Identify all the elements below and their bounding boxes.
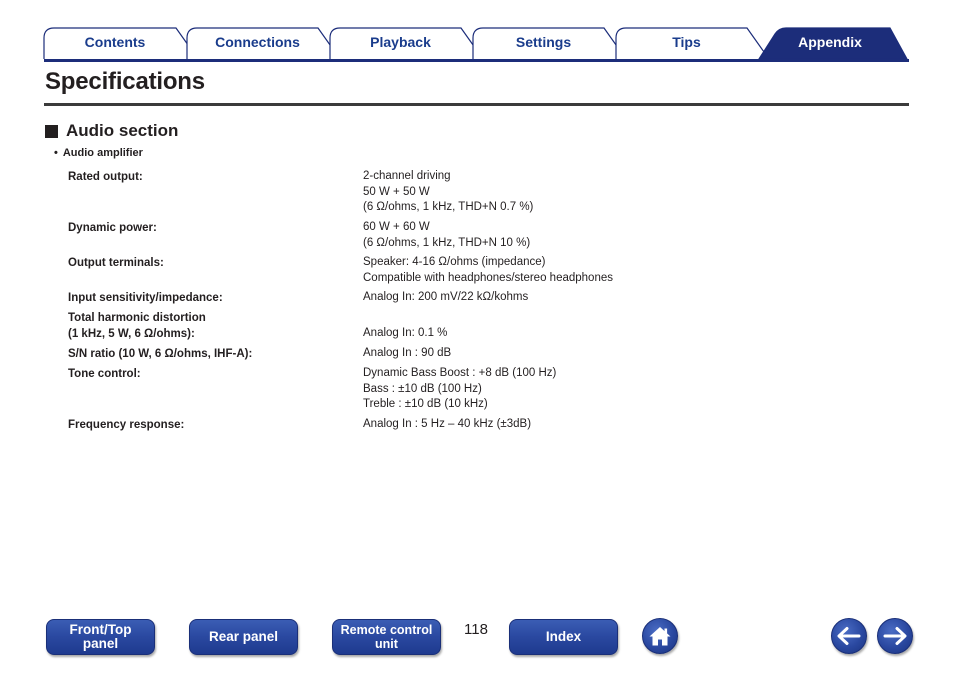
button-label-line: unit: [375, 637, 398, 651]
spec-label-line: Total harmonic distortion: [68, 312, 206, 324]
button-label-line: panel: [82, 636, 119, 651]
spec-value-line: (6 Ω/ohms, 1 kHz, THD+N 10 %): [363, 236, 531, 249]
spec-value-tone-control: Dynamic Bass Boost : +8 dB (100 Hz) Bass…: [363, 366, 556, 413]
tab-playback[interactable]: Playback: [340, 33, 461, 51]
tab-contents[interactable]: Contents: [54, 33, 176, 51]
spec-value-output-terminals: Speaker: 4-16 Ω/ohms (impedance) Compati…: [363, 255, 613, 286]
spec-value-rated-output: 2-channel driving 50 W + 50 W (6 Ω/ohms,…: [363, 169, 533, 216]
home-icon: [649, 627, 671, 646]
spec-value-line: Analog In: 0.1 %: [363, 327, 448, 339]
spec-value-line: Treble : ±10 dB (10 kHz): [363, 398, 488, 410]
forward-button[interactable]: [877, 618, 913, 654]
spec-value-line: Analog In: 200 mV/22 kΩ/kohms: [363, 291, 529, 303]
arrow-right-icon: [883, 627, 907, 645]
section-square-icon: [45, 124, 58, 138]
tab-tips[interactable]: Tips: [626, 33, 747, 51]
page-title: Specifications: [45, 68, 205, 95]
spec-value-sn-ratio: Analog In : 90 dB: [363, 346, 451, 362]
page-number: 118: [464, 621, 488, 638]
button-label: Rear panel: [208, 629, 279, 644]
bullet-icon: •: [54, 147, 58, 159]
spec-label-line: Output terminals:: [68, 257, 164, 269]
spec-value-line: Analog In : 90 dB: [363, 347, 452, 359]
spec-value-input-sensitivity: Analog In: 200 mV/22 kΩ/kohms: [363, 290, 528, 306]
spec-label-line: S/N ratio (10 W, 6 Ω/ohms, IHF-A):: [68, 348, 253, 360]
spec-label-line: Tone control:: [68, 368, 141, 380]
spec-label-dynamic-power: Dynamic power:: [68, 220, 157, 236]
spec-value-thd: Analog In: 0.1 %: [363, 326, 447, 342]
spec-value-line: Compatible with headphones/stereo headph…: [363, 271, 613, 284]
section-title: Audio section: [66, 121, 179, 140]
spec-value-line: Speaker: 4-16 Ω/ohms (impedance): [363, 256, 546, 268]
spec-value-frequency-response: Analog In : 5 Hz – 40 kHz (±3dB): [363, 417, 531, 433]
sub-heading-text: Audio amplifier: [62, 147, 143, 159]
tab-appendix[interactable]: Appendix: [770, 33, 890, 51]
button-label-line: Front/Top: [69, 622, 132, 637]
remote-control-unit-button[interactable]: Remote control unit: [332, 619, 441, 655]
sub-heading: • Audio amplifier: [54, 147, 143, 159]
spec-label-tone-control: Tone control:: [68, 366, 141, 382]
spec-label-input-sensitivity: Input sensitivity/impedance:: [68, 290, 223, 306]
button-label-line: Remote control: [340, 623, 433, 637]
tab-shapes: [43, 27, 909, 60]
spec-label-line: Dynamic power:: [68, 222, 157, 234]
spec-label-line: Rated output:: [68, 171, 143, 183]
tab-connections[interactable]: Connections: [197, 33, 318, 51]
tab-underline: [44, 59, 909, 62]
spec-value-line: 60 W + 60 W: [363, 221, 430, 233]
button-label: Index: [545, 629, 582, 644]
spec-value-line: Bass : ±10 dB (100 Hz): [363, 382, 482, 395]
spec-value-line: Dynamic Bass Boost : +8 dB (100 Hz): [363, 367, 557, 379]
spec-value-line: (6 Ω/ohms, 1 kHz, THD+N 0.7 %): [363, 201, 534, 213]
section-heading: Audio section: [45, 121, 178, 141]
tab-settings[interactable]: Settings: [483, 33, 604, 51]
spec-label-line: Input sensitivity/impedance:: [68, 292, 223, 304]
back-button[interactable]: [831, 618, 867, 654]
spec-value-dynamic-power: 60 W + 60 W (6 Ω/ohms, 1 kHz, THD+N 10 %…: [363, 220, 530, 251]
spec-label-line: Frequency response:: [68, 419, 185, 431]
arrow-left-icon: [837, 627, 861, 645]
tab-bar: Contents Connections Playback Settings T…: [0, 0, 954, 62]
spec-label-line: (1 kHz, 5 W, 6 Ω/ohms):: [68, 328, 195, 340]
spec-label-thd: Total harmonic distortion (1 kHz, 5 W, 6…: [68, 310, 206, 342]
home-button[interactable]: [642, 618, 678, 654]
index-button[interactable]: Index: [509, 619, 618, 655]
spec-label-frequency-response: Frequency response:: [68, 417, 184, 433]
rear-panel-button[interactable]: Rear panel: [189, 619, 298, 655]
spec-value-line: 2-channel driving: [363, 170, 451, 182]
spec-label-output-terminals: Output terminals:: [68, 255, 164, 271]
spec-label-sn-ratio: S/N ratio (10 W, 6 Ω/ohms, IHF-A):: [68, 346, 252, 362]
spec-value-line: Analog In : 5 Hz – 40 kHz (±3dB): [363, 418, 532, 430]
front-top-panel-button[interactable]: Front/Top panel: [46, 619, 155, 655]
spec-label-rated-output: Rated output:: [68, 169, 143, 185]
title-divider: [44, 103, 909, 106]
spec-value-line: 50 W + 50 W: [363, 185, 430, 198]
